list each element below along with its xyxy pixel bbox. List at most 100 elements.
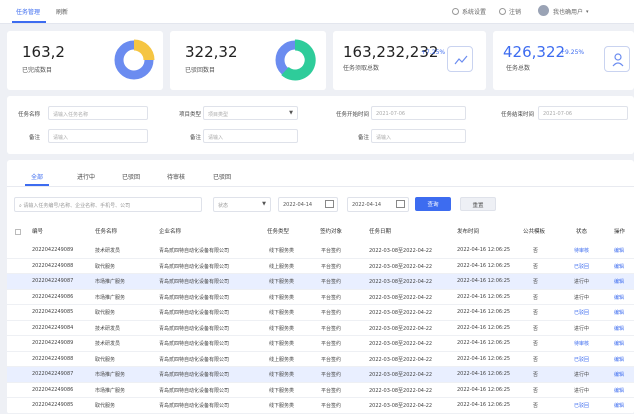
cell-id: 2022042249088	[32, 355, 74, 362]
divider	[7, 186, 634, 187]
cell-edit-link[interactable]: 编辑	[614, 356, 624, 363]
tab-rejected[interactable]: 已驳回	[122, 172, 140, 181]
cell-sign-target: 平台签约	[321, 403, 342, 409]
user-menu[interactable]: 我也确用户 ▾	[553, 7, 589, 17]
search-input[interactable]: ⌕ 请输入任务编号/名称、企业名称、手机号、公司	[14, 197, 202, 212]
table-row[interactable]: 2022042249089 技术研发员 青岛贰四特自动化设备有限公司 线下服务类 平台签…	[7, 243, 634, 259]
cell-id: 2022042249084	[32, 324, 74, 331]
nav-tab-refresh[interactable]: 刷新	[56, 7, 68, 16]
top-bar: 任务管理 刷新 系统设置 注销 我也确用户 ▾	[0, 0, 634, 24]
table-row[interactable]: 2022042249088 取代服务 青岛贰四特自动化设备有限公司 线上服务类 平台签约…	[7, 352, 634, 367]
avatar[interactable]	[538, 5, 549, 16]
cell-edit-link[interactable]: 编辑	[614, 247, 624, 254]
cell-edit-link[interactable]: 编辑	[614, 263, 624, 270]
cell-task-date: 2022-03-08至2022-04-22	[369, 356, 433, 363]
cell-edit-link[interactable]: 编辑	[614, 294, 624, 301]
cell-sign-target: 平台签约	[321, 310, 342, 316]
col-header-template: 公共模板	[523, 229, 546, 235]
cell-edit-link[interactable]: 编辑	[614, 340, 624, 347]
select-all-checkbox[interactable]	[15, 229, 21, 235]
task-name-label: 任务名称	[17, 112, 40, 118]
cell-sign-target: 平台签约	[321, 248, 342, 254]
table-row[interactable]: 2022042249089 技术研发员 青岛贰四特自动化设备有限公司 线下服务类 平台签…	[7, 336, 634, 352]
logout-button[interactable]: 注销	[499, 7, 521, 16]
cell-status: 待审核	[574, 248, 590, 254]
col-header-task-type: 任务类型	[267, 229, 290, 235]
cell-id: 2022042249087	[32, 371, 74, 377]
tab-in-progress[interactable]: 进行中	[77, 172, 95, 181]
cell-edit-link[interactable]: 编辑	[614, 371, 624, 378]
note-label-2: 备注	[189, 135, 201, 141]
cell-task-name: 取代服务	[95, 310, 116, 316]
cell-task-type: 线下服务类	[269, 294, 295, 301]
nav-tab-task-management[interactable]: 任务管理	[16, 7, 40, 16]
nav-active-indicator	[12, 21, 46, 23]
end-time-input[interactable]: 2021-07-06	[538, 106, 628, 120]
note-input-3[interactable]: 请输入	[371, 129, 466, 143]
cell-task-name: 市场推广服务	[95, 294, 126, 301]
col-header-action: 操作	[614, 229, 626, 235]
note-input-2[interactable]: 请输入	[203, 129, 298, 143]
cell-status: 已驳回	[574, 356, 590, 363]
cell-template: 否	[533, 248, 539, 254]
tab-all[interactable]: 全部	[31, 172, 43, 181]
cell-task-name: 技术研发员	[95, 248, 121, 254]
tab-rejected-2[interactable]: 已驳回	[213, 172, 231, 181]
cell-template: 否	[533, 356, 539, 363]
cell-template: 否	[533, 294, 539, 301]
stat-percent: +9.25%	[560, 49, 585, 56]
cell-task-date: 2022-03-08至2022-04-22	[369, 263, 433, 270]
cell-task-date: 2022-03-08至2022-04-22	[369, 372, 433, 378]
col-header-sign-target: 签约对象	[320, 229, 343, 235]
table-row[interactable]: 2022042249085 取代服务 青岛贰四特自动化设备有限公司 线下服务类 平台签约…	[7, 398, 634, 414]
cell-template: 否	[533, 341, 539, 347]
cell-status: 进行中	[574, 387, 590, 394]
cell-status: 已驳回	[574, 310, 590, 316]
cell-publish-time: 2022-04-16 12:06:25	[457, 293, 511, 300]
cell-company: 青岛贰四特自动化设备有限公司	[159, 341, 230, 347]
table-row[interactable]: 2022042249088 取代服务 青岛贰四特自动化设备有限公司 线上服务类 平台签约…	[7, 259, 634, 274]
project-type-label: 项目类型	[178, 112, 201, 118]
cell-edit-link[interactable]: 编辑	[614, 278, 624, 285]
cell-task-type: 线上服务类	[269, 356, 295, 363]
status-select[interactable]: 状态 ▼	[213, 197, 271, 212]
cell-publish-time: 2022-04-16 12:06:25	[457, 340, 511, 346]
task-name-input[interactable]: 请输入任务名称	[48, 106, 148, 120]
cell-edit-link[interactable]: 编辑	[614, 402, 624, 409]
cell-company: 青岛贰四特自动化设备有限公司	[159, 310, 230, 316]
settings-button[interactable]: 系统设置	[452, 7, 486, 16]
cell-edit-link[interactable]: 编辑	[614, 309, 624, 316]
cell-publish-time: 2022-04-16 12:06:25	[457, 371, 511, 377]
note-input-1[interactable]: 请输入	[48, 129, 148, 143]
table-row[interactable]: 2022042249086 市场推广服务 青岛贰四特自动化设备有限公司 线下服务类 平台…	[7, 383, 634, 398]
table-row[interactable]: 2022042249086 市场推广服务 青岛贰四特自动化设备有限公司 线下服务类 平台…	[7, 290, 634, 305]
stat-label: 任务总数	[506, 65, 531, 72]
cell-task-date: 2022-03-08至2022-04-22	[369, 279, 433, 285]
date-to-input[interactable]: 2022-04-14	[347, 197, 409, 212]
cell-template: 否	[533, 372, 539, 378]
start-time-input[interactable]: 2021-07-06	[371, 106, 466, 120]
calendar-icon	[325, 200, 334, 208]
cell-publish-time: 2022-04-16 12:06:25	[457, 262, 511, 269]
project-type-select[interactable]: 项目类型 ▼	[203, 106, 298, 120]
cell-task-date: 2022-03-08至2022-04-22	[369, 294, 433, 301]
tab-pending[interactable]: 待审核	[167, 172, 185, 181]
table-row[interactable]: 2022042249085 取代服务 青岛贰四特自动化设备有限公司 线下服务类 平台签约…	[7, 305, 634, 321]
cell-task-name: 取代服务	[95, 356, 116, 363]
calendar-icon	[396, 200, 405, 208]
end-time-label: 任务结束时间	[500, 112, 534, 118]
table-row[interactable]: 2022042249087 市场推广服务 青岛贰四特自动化设备有限公司 线下服务类 平台…	[7, 367, 634, 383]
cell-sign-target: 平台签约	[321, 279, 342, 285]
task-table-panel: 全部 进行中 已驳回 待审核 已驳回 ⌕ 请输入任务编号/名称、企业名称、手机号…	[7, 160, 634, 414]
reset-button[interactable]: 重置	[460, 197, 496, 211]
cell-task-type: 线下服务类	[269, 341, 295, 347]
date-from-input[interactable]: 2022-04-14	[278, 197, 338, 212]
cell-edit-link[interactable]: 编辑	[614, 387, 624, 394]
table-row[interactable]: 2022042249084 技术研发员 青岛贰四特自动化设备有限公司 线下服务类 平台签…	[7, 321, 634, 336]
table-row[interactable]: 2022042249087 市场推广服务 青岛贰四特自动化设备有限公司 线下服务类 平台…	[7, 274, 634, 290]
cell-edit-link[interactable]: 编辑	[614, 325, 624, 332]
cell-publish-time: 2022-04-16 12:06:25	[457, 386, 511, 393]
cell-task-name: 市场推广服务	[95, 279, 126, 285]
query-button[interactable]: 查询	[415, 197, 451, 211]
cell-sign-target: 平台签约	[321, 325, 342, 332]
